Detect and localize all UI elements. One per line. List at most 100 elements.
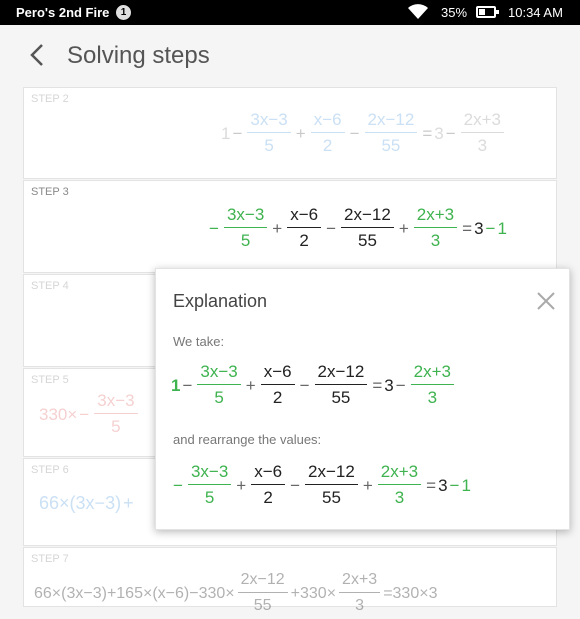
denominator: 3: [377, 484, 422, 511]
numerator: 3x−3: [97, 391, 135, 410]
denominator: 55: [341, 227, 394, 254]
fraction: 2x+3 3: [413, 203, 458, 254]
fraction: 2x−12 55: [364, 108, 418, 159]
close-icon[interactable]: [535, 290, 557, 312]
fraction: 3x−3 5: [187, 460, 232, 511]
operator: −: [449, 475, 460, 495]
term: 66×(3x−3)+165×(x−6)−330×: [34, 584, 235, 602]
fraction: 2x+3 3: [377, 460, 422, 511]
denominator: 2: [310, 132, 345, 159]
numerator: 3x−3: [200, 362, 238, 381]
step-label: STEP 6: [31, 464, 69, 476]
step-3-equation: − 3x−3 5 + x−6 2 − 2x−12 55 + 2x+3 3 = 3 − 1: [207, 203, 507, 254]
fraction: 3x−3 5: [197, 360, 241, 411]
denominator: 55: [305, 484, 358, 511]
term: 330×: [39, 404, 78, 424]
numerator: x−6: [263, 362, 292, 381]
operator: −: [209, 218, 219, 238]
operator: −: [182, 375, 193, 395]
fraction: x−6 2: [287, 203, 322, 254]
denominator: 3: [460, 132, 504, 159]
battery-icon: [476, 6, 499, 18]
term: +330×: [290, 584, 337, 602]
explanation-panel: Explanation We take: 1 − 3x−3 5 + x−6 2 − …: [155, 268, 570, 530]
back-arrow-icon[interactable]: [30, 39, 54, 69]
denominator: 2: [260, 384, 295, 411]
denominator: 3: [410, 384, 454, 411]
numerator: 3x−3: [226, 205, 265, 224]
term: 3: [384, 375, 394, 395]
numerator: 2x−12: [344, 205, 391, 224]
denominator: 55: [364, 132, 418, 159]
operator: −: [445, 123, 456, 143]
device-name: Pero's 2nd Fire: [16, 5, 110, 20]
fraction: 2x−12 55: [314, 360, 368, 411]
explanation-equation-before: 1 − 3x−3 5 + x−6 2 − 2x−12 55 = 3 − 2x+3 3: [171, 360, 457, 411]
denominator: 55: [314, 384, 368, 411]
fraction: 2x−12 55: [341, 203, 394, 254]
operator: =: [462, 218, 473, 238]
operator: −: [79, 404, 90, 424]
step-label: STEP 3: [31, 186, 69, 198]
step-7-equation: 66×(3x−3)+165×(x−6)−330× 2x−12 55 +330× 2…: [34, 568, 437, 619]
fraction: x−6 2: [310, 108, 345, 159]
step-5-equation: 330× − 3x−3 5: [39, 389, 141, 440]
explanation-equation-after: − 3x−3 5 + x−6 2 − 2x−12 55 + 2x+3 3 = 3 − 1: [171, 460, 471, 511]
term: 1: [221, 123, 231, 143]
fraction: x−6 2: [251, 460, 286, 511]
operator: +: [398, 218, 409, 238]
denominator: 5: [187, 484, 232, 511]
fraction: 2x+3 3: [410, 360, 454, 411]
term: 3: [438, 475, 448, 495]
operator: −: [232, 123, 243, 143]
explanation-title: Explanation: [173, 291, 268, 311]
numerator: 3x−3: [190, 462, 229, 481]
wifi-icon: [408, 4, 428, 19]
numerator: 2x+3: [416, 205, 455, 224]
app-header: Solving steps: [0, 25, 580, 87]
term: 1: [497, 218, 507, 238]
operator: −: [299, 375, 310, 395]
numerator: 2x+3: [342, 571, 378, 588]
step-label: STEP 5: [31, 374, 69, 386]
term: 3: [434, 123, 444, 143]
notification-badge: 1: [116, 5, 131, 20]
numerator: x−6: [313, 110, 342, 129]
fraction: x−6 2: [260, 360, 295, 411]
numerator: 2x−12: [367, 110, 415, 129]
step-label: STEP 2: [31, 93, 69, 105]
status-bar: Pero's 2nd Fire 1 35% 10:34 AM: [0, 0, 580, 25]
step-label: STEP 7: [31, 553, 69, 565]
denominator: 5: [197, 384, 241, 411]
denominator: 5: [247, 132, 291, 159]
operator: +: [272, 218, 283, 238]
step-card-2[interactable]: STEP 2 1 − 3x−3 5 + x−6 2 − 2x−12 55 = 3 − …: [23, 87, 557, 179]
step-label: STEP 4: [31, 280, 69, 292]
explanation-rearrange-text: and rearrange the values:: [173, 432, 322, 447]
fraction: 3x−3 5: [247, 108, 291, 159]
explanation-take-text: We take:: [173, 334, 225, 349]
operator: +: [236, 475, 247, 495]
step-card-7[interactable]: STEP 7 66×(3x−3)+165×(x−6)−330× 2x−12 55 …: [23, 547, 557, 614]
operator: +: [295, 123, 306, 143]
operator: −: [173, 475, 183, 495]
step-6-equation: 66× (3x−3) +: [39, 493, 136, 514]
numerator: 2x−12: [240, 571, 285, 588]
term: 66×: [39, 493, 70, 513]
clock: 10:34 AM: [508, 5, 563, 20]
fraction: 2x−12 55: [305, 460, 358, 511]
term: =330×3: [383, 584, 438, 602]
operator: =: [422, 123, 433, 143]
fraction: 2x+3 3: [339, 568, 381, 619]
operator: +: [362, 475, 373, 495]
operator: =: [372, 375, 383, 395]
operator: +: [245, 375, 256, 395]
operator: =: [426, 475, 437, 495]
numerator: 2x+3: [463, 110, 501, 129]
term: 3: [474, 218, 484, 238]
step-card-3[interactable]: STEP 3 − 3x−3 5 + x−6 2 − 2x−12 55 + 2x+3 3 …: [23, 180, 557, 273]
operator: −: [485, 218, 496, 238]
denominator: 2: [251, 484, 286, 511]
denominator: 5: [223, 227, 268, 254]
battery-percent: 35%: [441, 5, 468, 20]
